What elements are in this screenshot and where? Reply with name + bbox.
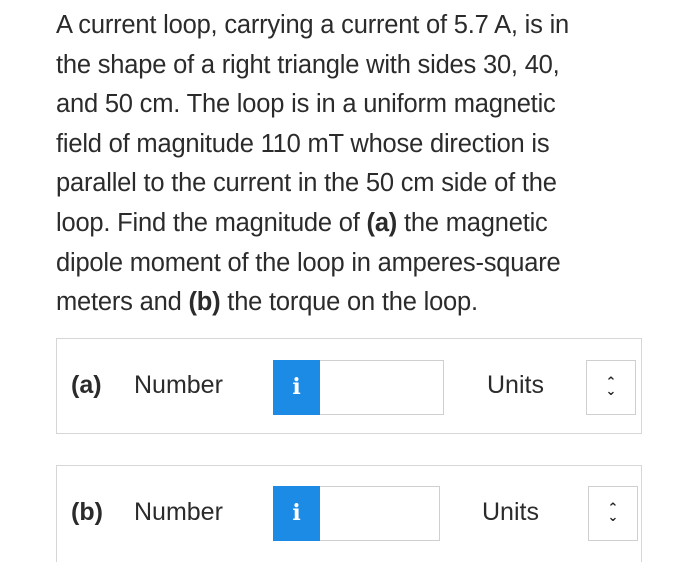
question-line: the shape of a right triangle with sides… [56, 50, 560, 79]
part-label: (a) [71, 371, 102, 399]
answer-row-b: (b) Number i Units ⌃ ⌄ [56, 465, 642, 562]
chevron-up-down-icon: ⌃ ⌄ [605, 375, 617, 399]
question-line: meters and (b) the torque on the loop. [56, 283, 656, 323]
question-line: loop. Find the magnitude of (a) the magn… [56, 204, 656, 244]
info-icon[interactable]: i [273, 486, 320, 541]
number-input-b[interactable] [320, 486, 440, 541]
number-input-a[interactable] [320, 360, 444, 415]
number-label: Number [134, 498, 223, 526]
question-line: parallel to the current in the 50 cm sid… [56, 169, 557, 198]
units-label: Units [487, 371, 544, 399]
question-line: A current loop, carrying a current of 5.… [56, 11, 570, 39]
question-text-fragment: the magnetic [397, 208, 548, 237]
question-text: A current loop, carrying a current of 5.… [56, 6, 656, 323]
part-a-marker: (a) [366, 208, 398, 237]
question-line: dipole moment of the loop in amperes-squ… [56, 248, 561, 277]
units-select-b[interactable]: ⌃ ⌄ [588, 486, 638, 541]
part-label: (b) [71, 498, 103, 526]
question-text-fragment: loop. Find the magnitude of [56, 208, 367, 237]
question-text-fragment: the torque on the loop. [220, 288, 478, 317]
answer-row-a: (a) Number i Units ⌃ ⌄ [56, 338, 642, 434]
question-line: field of magnitude 110 mT whose directio… [56, 129, 550, 158]
info-icon[interactable]: i [273, 360, 320, 415]
number-label: Number [134, 371, 223, 399]
question-text-fragment: meters and [56, 288, 189, 317]
part-b-marker: (b) [188, 288, 221, 317]
question-line: and 50 cm. The loop is in a uniform magn… [56, 90, 556, 119]
units-label: Units [482, 498, 539, 526]
chevron-up-down-icon: ⌃ ⌄ [607, 501, 619, 525]
units-select-a[interactable]: ⌃ ⌄ [586, 360, 636, 415]
